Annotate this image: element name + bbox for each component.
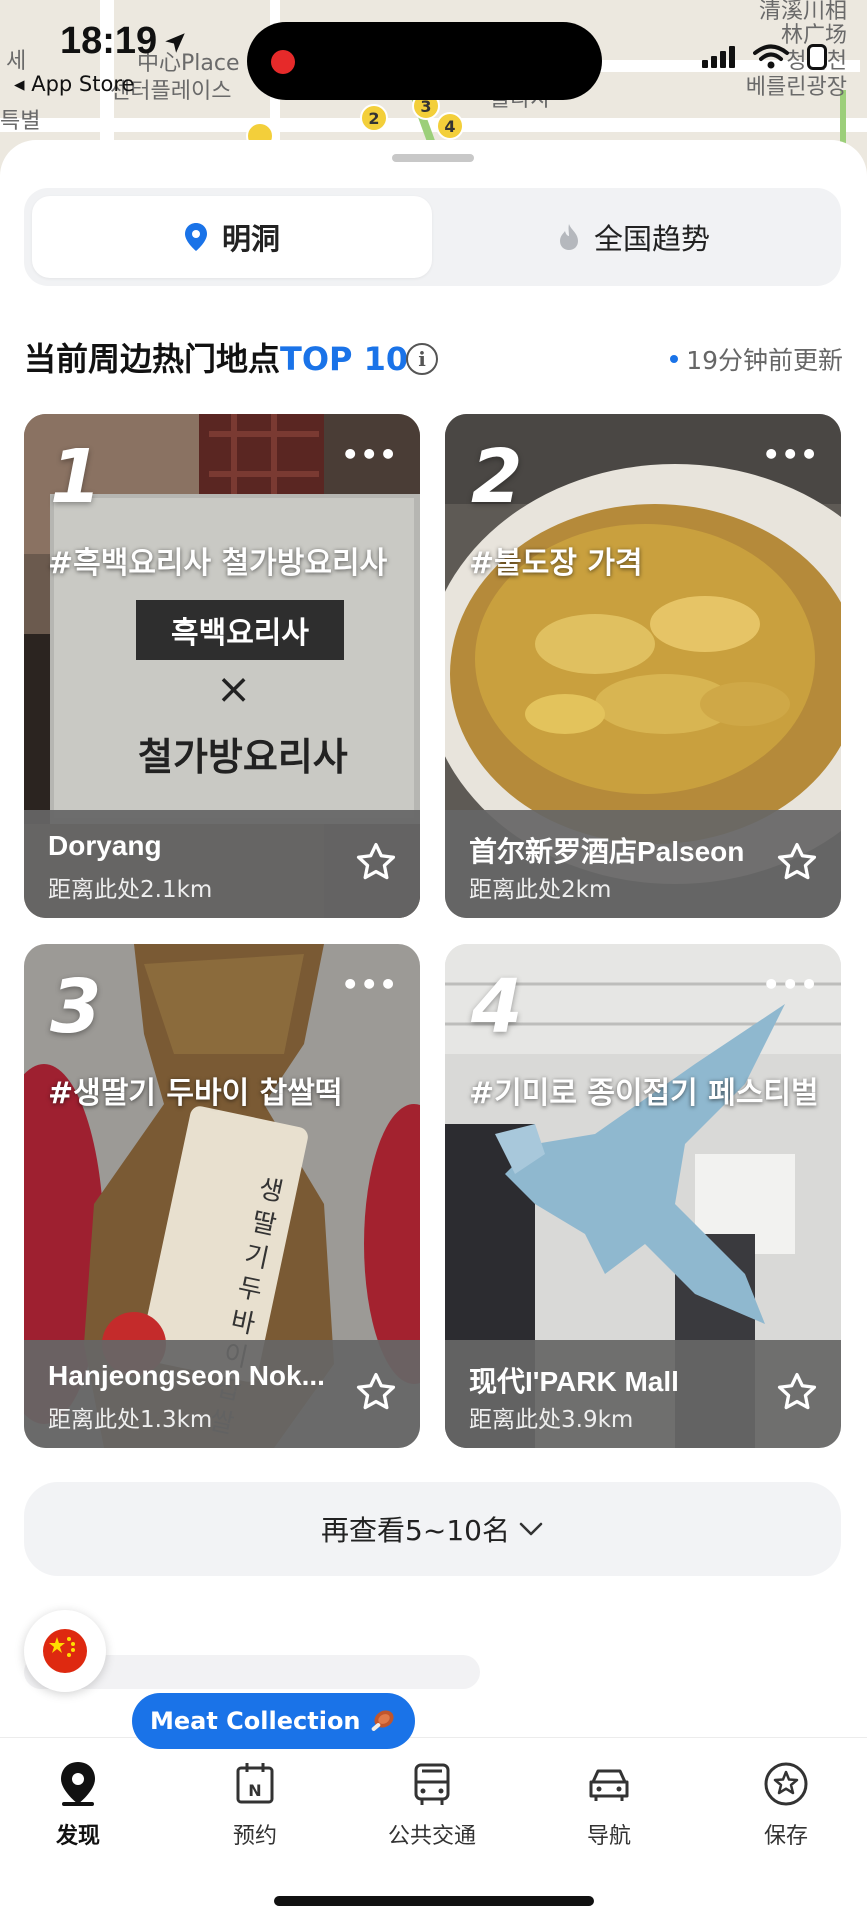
update-dot [670, 355, 679, 363]
map-label: 특별 [0, 109, 41, 134]
place-name: Doryang [48, 830, 162, 861]
place-card[interactable]: 4 ••• #기미로 종이접기 페스티벌 现代I'PARK Mall 距离此处3… [445, 944, 841, 1448]
place-distance: 距离此处2.1km [48, 877, 213, 903]
home-indicator[interactable] [274, 1896, 594, 1906]
bottom-tab-bar: 发现 N 预约 公共交通 导航 保存 [0, 1737, 867, 1920]
update-time-text: 19分钟前更新 [686, 346, 843, 375]
wifi-icon [753, 44, 789, 69]
location-arrow-icon [165, 33, 185, 53]
star-circle-icon [764, 1762, 808, 1806]
bus-icon [414, 1763, 450, 1805]
meat-collection-pill[interactable]: Meat Collection [132, 1693, 415, 1749]
tab-myeongdong[interactable]: 明洞 [32, 196, 432, 278]
card-info: 首尔新罗酒店Palseon 距离此处2km [445, 810, 841, 918]
place-name: 现代I'PARK Mall [469, 1366, 679, 1397]
trend-tag: #생딸기 두바이 찹쌀떡 [48, 1076, 343, 1111]
china-flag-icon [43, 1629, 87, 1673]
view-more-button[interactable]: 再查看5~10名 [24, 1482, 841, 1576]
place-card[interactable]: 생딸기두바이 찹쌀 3 ••• #생딸기 두바이 찹쌀떡 Hanjeongseo… [24, 944, 420, 1448]
rank-number: 1 [50, 434, 102, 520]
more-options-icon[interactable]: ••• [341, 968, 398, 1001]
tab-saved[interactable]: 保存 [726, 1760, 846, 1850]
segmented-control: 明洞 全国趋势 [24, 188, 841, 286]
status-bar: 18:19 ◂ App Store [0, 0, 867, 100]
car-icon [589, 1769, 629, 1801]
info-icon[interactable]: i [406, 343, 438, 375]
map-road [0, 118, 867, 132]
location-pin-icon [184, 223, 207, 251]
place-distance: 距离此处2km [469, 877, 612, 903]
trend-tag: #불도장 가격 [469, 546, 643, 581]
view-more-label: 再查看5~10名 [321, 1514, 510, 1547]
sign-x-label: × [216, 664, 252, 713]
more-options-icon[interactable]: ••• [762, 438, 819, 471]
star-icon[interactable] [775, 1370, 819, 1414]
chevron-down-icon [519, 1522, 543, 1536]
card-info: Doryang 距离此处2.1km [24, 810, 420, 918]
tab-label: 发现 [55, 1824, 100, 1849]
system-icons [702, 44, 827, 70]
place-distance: 距离此处3.9km [469, 1407, 634, 1433]
section-title: 当前周边热门地点TOP 10 [24, 334, 408, 380]
more-options-icon[interactable]: ••• [762, 968, 819, 1001]
sign-sub-label: 철가방요리사 [138, 735, 348, 779]
section-title-accent: TOP 10 [280, 340, 409, 378]
star-icon[interactable] [354, 840, 398, 884]
svg-text:N: N [248, 1781, 261, 1800]
star-icon[interactable] [775, 840, 819, 884]
tab-reservation[interactable]: N 预约 [195, 1760, 315, 1850]
trend-tag: #기미로 종이접기 페스티벌 [469, 1076, 819, 1111]
map-pin[interactable]: 2 [360, 104, 388, 132]
more-options-icon[interactable]: ••• [341, 438, 398, 471]
tab-discover[interactable]: 发现 [18, 1760, 138, 1850]
star-icon[interactable] [354, 1370, 398, 1414]
section-title-prefix: 当前周边热门地点 [24, 340, 281, 378]
card-info: Hanjeongseon Nok... 距离此处1.3km [24, 1340, 420, 1448]
tab-public-transit[interactable]: 公共交通 [372, 1760, 492, 1850]
back-to-app-store[interactable]: ◂ App Store [14, 72, 134, 96]
tab-label: 保存 [763, 1824, 808, 1849]
tab-label: 全国趋势 [593, 222, 710, 256]
dynamic-island [247, 22, 602, 100]
flame-icon [559, 224, 578, 250]
rank-number: 3 [50, 964, 102, 1050]
tab-label: 预约 [232, 1824, 277, 1849]
sign-main-label: 흑백요리사 [136, 600, 344, 660]
trend-tag: #흑백요리사 철가방요리사 [48, 546, 388, 581]
promo-pill-label: Meat Collection [150, 1707, 361, 1735]
update-status: 19分钟前更新 [670, 341, 843, 377]
meat-icon [371, 1710, 394, 1731]
tab-label: 导航 [586, 1824, 631, 1849]
place-name: Hanjeongseon Nok... [48, 1360, 325, 1391]
card-info: 现代I'PARK Mall 距离此处3.9km [445, 1340, 841, 1448]
tab-label: 公共交通 [387, 1824, 476, 1849]
sheet-grabber[interactable] [392, 154, 474, 162]
tab-label: 明洞 [221, 222, 280, 256]
recording-indicator [271, 50, 295, 74]
status-time: 18:19 [60, 20, 158, 62]
place-card[interactable]: 흑백요리사 × 철가방요리사 1 ••• #흑백요리사 철가방요리사 Dorya… [24, 414, 420, 918]
place-name: 首尔新罗酒店Palseon [469, 836, 745, 867]
rank-number: 2 [471, 434, 523, 520]
map-pin[interactable]: 4 [436, 112, 464, 140]
rank-number: 4 [471, 964, 523, 1050]
battery-icon [807, 44, 827, 70]
bottom-sheet: 明洞 全国趋势 当前周边热门地点TOP 10 i 19分钟前更新 흑백요리사 ×… [0, 140, 867, 1920]
tab-navigation[interactable]: 导航 [549, 1760, 669, 1850]
tab-national-trends[interactable]: 全国趋势 [434, 196, 834, 278]
language-flag-button[interactable] [24, 1610, 106, 1692]
location-pin-icon [61, 1762, 95, 1806]
place-distance: 距离此处1.3km [48, 1407, 213, 1433]
calendar-icon: N [236, 1763, 274, 1804]
cellular-signal-icon [702, 46, 735, 68]
place-card[interactable]: 2 ••• #불도장 가격 首尔新罗酒店Palseon 距离此处2km [445, 414, 841, 918]
